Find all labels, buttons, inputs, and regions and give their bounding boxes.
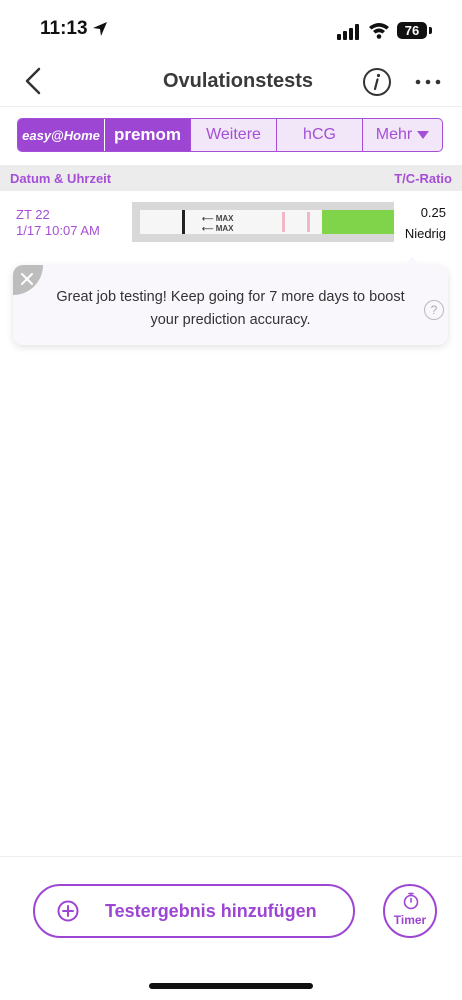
table-header: Datum & Uhrzeit T/C-Ratio (0, 165, 462, 191)
header-date-time: Datum & Uhrzeit (10, 171, 112, 186)
add-test-result-label: Testergebnis hinzufügen (105, 901, 317, 921)
header-tc-ratio: T/C-Ratio (394, 171, 452, 186)
more-options-icon[interactable] (414, 78, 442, 86)
strip-test-line (282, 212, 285, 232)
info-icon[interactable] (362, 67, 392, 97)
timer-button[interactable]: Timer (383, 884, 437, 938)
nav-divider (0, 106, 462, 107)
cellular-signal-icon (337, 24, 359, 40)
tc-ratio-value: 0.25 (420, 205, 446, 220)
plus-circle-icon (57, 900, 79, 922)
back-chevron-icon[interactable] (20, 66, 48, 96)
tip-pointer (403, 257, 421, 266)
status-time: 11:13 (40, 18, 88, 39)
battery-tip (429, 27, 432, 34)
brand-tabs: easy@Home premom Weitere hCG Mehr (17, 118, 443, 152)
stopwatch-icon (403, 892, 419, 910)
location-arrow-icon (93, 22, 107, 36)
cycle-day: ZT 22 (16, 207, 50, 222)
battery-indicator: 76 (397, 22, 427, 39)
level-label: Niedrig (404, 226, 446, 241)
strip-handle (322, 210, 394, 234)
strip-max-line (182, 210, 185, 234)
add-test-result-button[interactable]: Testergebnis hinzufügen (33, 884, 355, 938)
bottom-divider (0, 856, 462, 857)
test-datetime: 1/17 10:07 AM (16, 223, 100, 238)
tab-easy-at-home[interactable]: easy@Home (18, 119, 104, 151)
status-bar: 11:13 76 (0, 0, 462, 60)
strip-label-max-1: ⟵ MAX (202, 214, 234, 223)
tip-close-button[interactable] (13, 265, 43, 295)
tab-mehr[interactable]: Mehr (362, 119, 442, 151)
help-icon[interactable]: ? (424, 300, 444, 320)
strip-label-max-2: ⟵ MAX (202, 224, 234, 233)
tip-card: Great job testing! Keep going for 7 more… (13, 257, 448, 345)
tab-hcg[interactable]: hCG (276, 119, 362, 151)
tab-premom[interactable]: premom (104, 119, 190, 151)
caret-down-icon (417, 131, 430, 139)
wifi-icon (369, 23, 389, 39)
home-indicator[interactable] (149, 983, 313, 989)
tip-message: Great job testing! Keep going for 7 more… (56, 289, 405, 328)
close-icon (21, 273, 33, 285)
test-strip-image: ⟵ MAX ⟵ MAX (132, 202, 394, 242)
table-row[interactable]: ZT 22 1/17 10:07 AM ⟵ MAX ⟵ MAX 0.25 Nie… (0, 192, 462, 252)
page-title: Ovulationstests (162, 70, 314, 92)
tab-weitere[interactable]: Weitere (190, 119, 276, 151)
tab-mehr-label: Mehr (375, 126, 413, 143)
strip-control-line (307, 212, 310, 232)
timer-label: Timer (393, 913, 427, 927)
